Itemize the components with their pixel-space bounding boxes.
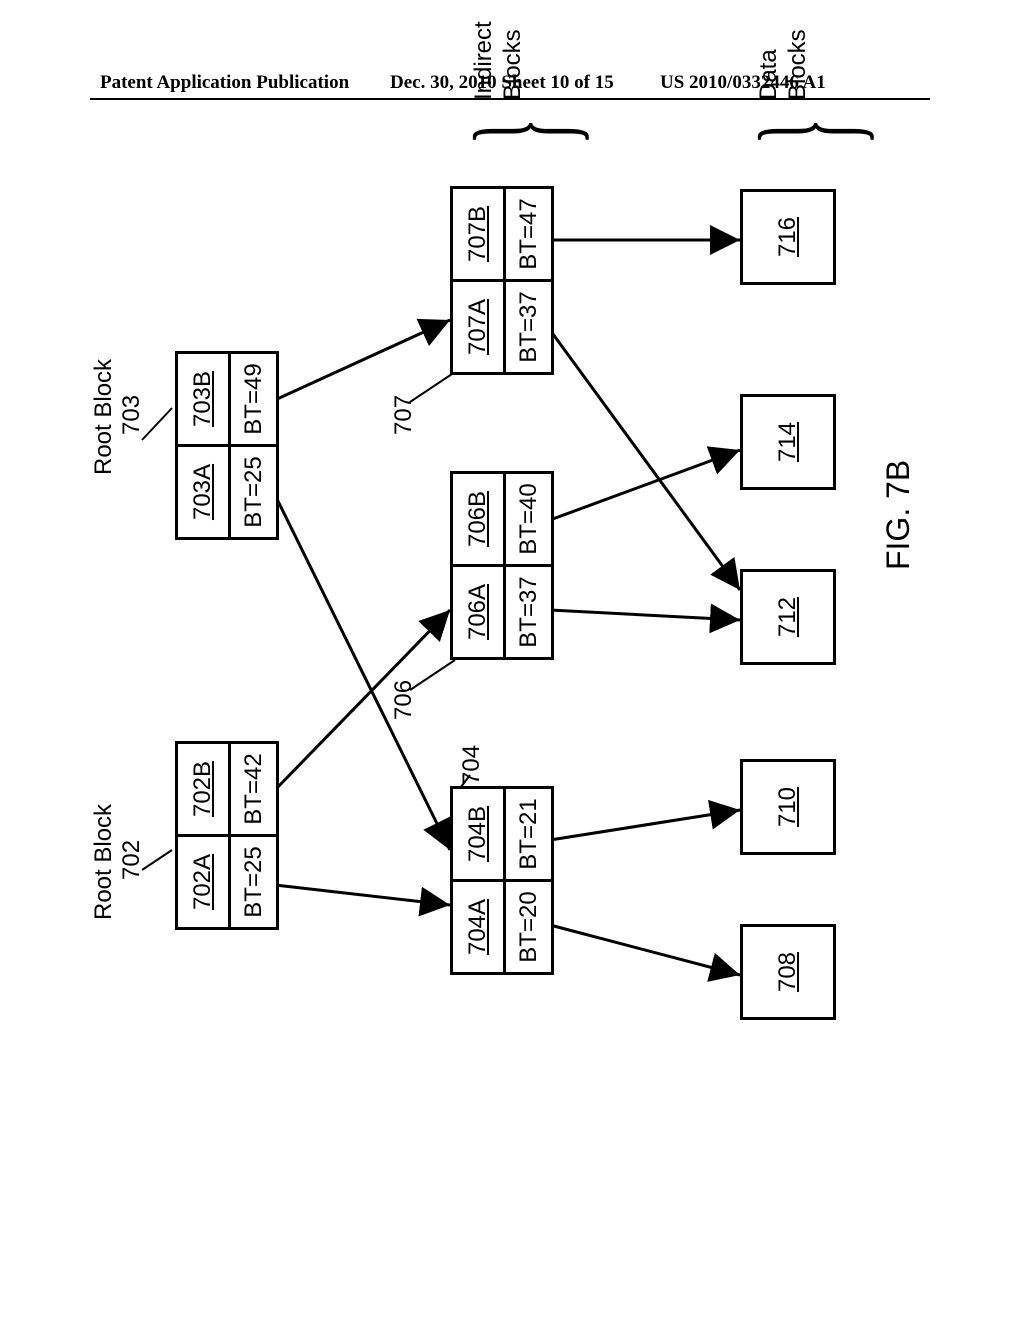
brace-data: }: [760, 118, 858, 145]
root-703-label: Root Block: [90, 359, 118, 475]
brace-indirect: }: [475, 118, 573, 145]
data-block-712: 712: [740, 569, 836, 665]
cell-702A-bt: BT=25: [228, 834, 279, 930]
cell-707A: 707A: [450, 279, 506, 375]
cell-704A-bt: BT=20: [503, 879, 554, 975]
cell-702B: 702B: [175, 741, 231, 837]
cell-702B-bt: BT=42: [228, 741, 279, 837]
root-703-num: 703: [118, 395, 146, 435]
cell-704B-bt: BT=21: [503, 786, 554, 882]
label-data-blocks: DataBlocks: [755, 29, 813, 100]
root-702-num: 702: [118, 840, 146, 880]
label-704: 704: [458, 745, 486, 785]
cell-706A: 706A: [450, 564, 506, 660]
data-block-710: 710: [740, 759, 836, 855]
label-706: 706: [390, 680, 418, 720]
cell-704B: 704B: [450, 786, 506, 882]
data-block-708: 708: [740, 924, 836, 1020]
cell-703A: 703A: [175, 444, 231, 540]
cell-703A-bt: BT=25: [228, 444, 279, 540]
cell-707B: 707B: [450, 186, 506, 282]
label-indirect-blocks: IndirectBlocks: [470, 21, 528, 100]
label-707: 707: [390, 395, 418, 435]
cell-707B-bt: BT=47: [503, 186, 554, 282]
cell-703B: 703B: [175, 351, 231, 447]
data-block-714: 714: [740, 394, 836, 490]
cell-706B: 706B: [450, 471, 506, 567]
cell-702A: 702A: [175, 834, 231, 930]
cell-703B-bt: BT=49: [228, 351, 279, 447]
cell-706B-bt: BT=40: [503, 471, 554, 567]
figure-caption: FIG. 7B: [880, 460, 917, 570]
data-block-716: 716: [740, 189, 836, 285]
cell-704A: 704A: [450, 879, 506, 975]
figure-wrap: Root Block 702 Root Block 703 702A 702B …: [80, 160, 940, 1220]
cell-706A-bt: BT=37: [503, 564, 554, 660]
root-702-label: Root Block: [90, 804, 118, 920]
figure-7b: Root Block 702 Root Block 703 702A 702B …: [80, 0, 940, 1020]
cell-707A-bt: BT=37: [503, 279, 554, 375]
